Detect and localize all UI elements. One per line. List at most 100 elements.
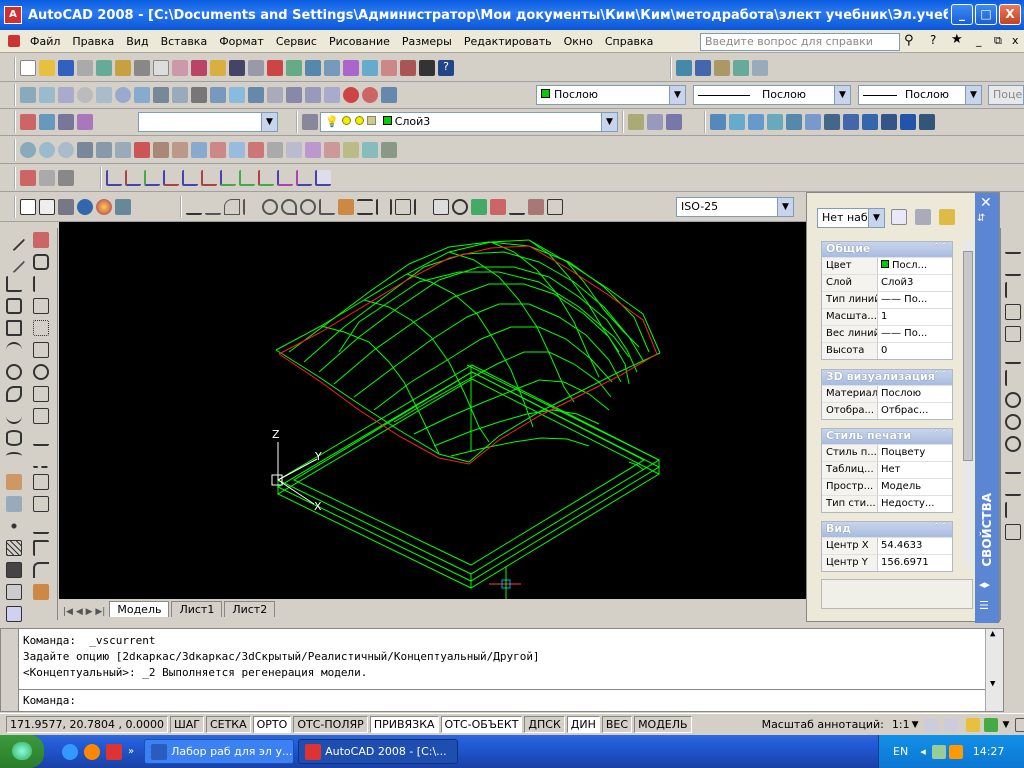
right-tool-5-icon[interactable] [1005, 326, 1021, 342]
right-tool-8-icon[interactable] [1005, 392, 1021, 408]
trim-icon[interactable] [33, 430, 49, 446]
attribute-icon[interactable] [733, 60, 749, 76]
move-faces-icon[interactable] [96, 142, 112, 158]
toggle-pickadd-icon[interactable] [891, 209, 907, 225]
mirror-icon[interactable] [33, 276, 49, 292]
brush-icon[interactable] [210, 60, 226, 76]
intersect-solid-icon[interactable] [58, 142, 74, 158]
fillet-icon[interactable] [33, 562, 49, 578]
task-word-document[interactable]: Лабор раб для эл у... [144, 739, 295, 764]
view-front-icon[interactable] [786, 114, 802, 130]
union-icon[interactable] [286, 87, 302, 103]
title-bar[interactable]: A AutoCAD 2008 - [C:\Documents and Setti… [0, 0, 1024, 30]
realistic-icon[interactable] [77, 199, 93, 215]
cylinder-icon[interactable] [96, 87, 112, 103]
redo-icon[interactable] [248, 60, 264, 76]
revolve-icon[interactable] [248, 87, 264, 103]
quick-dim-icon[interactable] [338, 199, 354, 215]
menu-file[interactable]: Файл [24, 35, 66, 48]
workspace-combo[interactable]: ▼ [138, 112, 278, 132]
collapse-icon[interactable]: ⌃⌃ [933, 522, 948, 532]
angular-dim-icon[interactable] [319, 199, 335, 215]
stretch-icon[interactable] [33, 408, 49, 424]
extend-icon[interactable] [33, 452, 49, 468]
property-row[interactable]: Таблиц... Нет [822, 461, 952, 478]
linear-dim-icon[interactable] [186, 199, 202, 215]
zoom-previous-icon[interactable] [324, 60, 340, 76]
polar-button[interactable]: ОТС-ПОЛЯР [293, 716, 368, 733]
scale-icon[interactable] [33, 386, 49, 402]
erase-icon[interactable] [33, 232, 49, 248]
search-icon[interactable]: ⚲ [904, 33, 914, 48]
firefox-icon[interactable] [84, 743, 100, 760]
property-row[interactable]: Тип сти... Недосту... [822, 495, 952, 512]
ducs-button[interactable]: ДПСК [524, 716, 565, 733]
command-window-grip[interactable] [1, 629, 19, 711]
ucs-view-icon[interactable] [182, 170, 198, 186]
make-block-icon[interactable] [6, 496, 22, 512]
view-right-icon[interactable] [767, 114, 783, 130]
clock[interactable]: 14:27 [973, 745, 1005, 758]
zoom-window-icon[interactable] [305, 60, 321, 76]
layer-state-icon[interactable] [666, 114, 682, 130]
plot-icon[interactable] [77, 60, 93, 76]
property-row[interactable]: Масшта... 1 [822, 308, 952, 325]
3darray-icon[interactable] [381, 87, 397, 103]
right-tool-2-icon[interactable] [1005, 260, 1021, 276]
right-tool-12-icon[interactable] [1005, 480, 1021, 496]
chamfer-icon[interactable] [33, 540, 49, 556]
calculator-icon[interactable] [419, 60, 435, 76]
ucs-z-icon[interactable] [296, 170, 312, 186]
autocad-app-icon[interactable]: A [4, 6, 22, 24]
revision-cloud-icon[interactable] [6, 386, 22, 402]
quicklaunch-expand-icon[interactable]: » [128, 746, 134, 757]
ie-icon[interactable] [62, 743, 78, 760]
join-icon[interactable] [33, 518, 49, 534]
property-row[interactable]: Слой Слой3 [822, 274, 952, 291]
autohide-icon[interactable]: ⇵ [977, 213, 985, 224]
coordinates-display[interactable]: 171.9577, 20.7804 , 0.0000 [6, 716, 168, 733]
annotation-scale-value[interactable]: 1:1 [892, 718, 910, 731]
properties-scrollbar[interactable] [963, 241, 973, 567]
menu-edit[interactable]: Правка [66, 35, 120, 48]
menu-view[interactable]: Вид [120, 35, 154, 48]
color-edges-icon[interactable] [248, 142, 264, 158]
continue-dim-icon[interactable] [376, 199, 392, 215]
autocad-quicklaunch-icon[interactable] [106, 743, 122, 760]
baseline-dim-icon[interactable] [357, 199, 373, 215]
lwt-button[interactable]: ВЕС [601, 716, 633, 733]
ellipse-arc-icon[interactable] [6, 452, 22, 468]
construction-line-icon[interactable] [2, 250, 26, 274]
move-icon[interactable] [33, 342, 49, 358]
ucs-y-icon[interactable] [277, 170, 293, 186]
star-icon[interactable]: ★ [951, 32, 963, 47]
inspect-icon[interactable] [433, 199, 449, 215]
subtract-icon[interactable] [305, 87, 321, 103]
paste-icon[interactable] [172, 60, 188, 76]
rotate-faces-icon[interactable] [153, 142, 169, 158]
pan-icon[interactable] [267, 60, 283, 76]
dimstyle-icon[interactable] [528, 199, 544, 215]
tab-layout1[interactable]: Лист1 [171, 601, 223, 617]
imprint-icon[interactable] [267, 142, 283, 158]
view-se-iso-icon[interactable] [843, 114, 859, 130]
scroll-down-icon[interactable]: ▼ [990, 679, 995, 689]
ucs-apply-icon[interactable] [315, 170, 331, 186]
status-menu-arrow-icon[interactable]: ▼ [1002, 720, 1009, 730]
separate-icon[interactable] [305, 142, 321, 158]
preview-icon[interactable] [96, 60, 112, 76]
publish-icon[interactable] [115, 60, 131, 76]
sphere-icon[interactable] [77, 87, 93, 103]
home-icon[interactable] [58, 170, 74, 186]
view-nw-iso-icon[interactable] [881, 114, 897, 130]
offset-faces-icon[interactable] [115, 142, 131, 158]
chevron-down-icon[interactable]: ▼ [965, 86, 981, 104]
dimtedit-icon[interactable] [490, 199, 506, 215]
section-header[interactable]: Вид ⌃⌃ [822, 522, 952, 537]
check-icon[interactable] [343, 142, 359, 158]
gradient-icon[interactable] [6, 562, 22, 578]
tray-mail-icon[interactable] [948, 744, 963, 759]
point-icon[interactable] [6, 518, 22, 534]
line-icon[interactable] [2, 228, 26, 252]
dyn-button[interactable]: ДИН [566, 716, 600, 733]
